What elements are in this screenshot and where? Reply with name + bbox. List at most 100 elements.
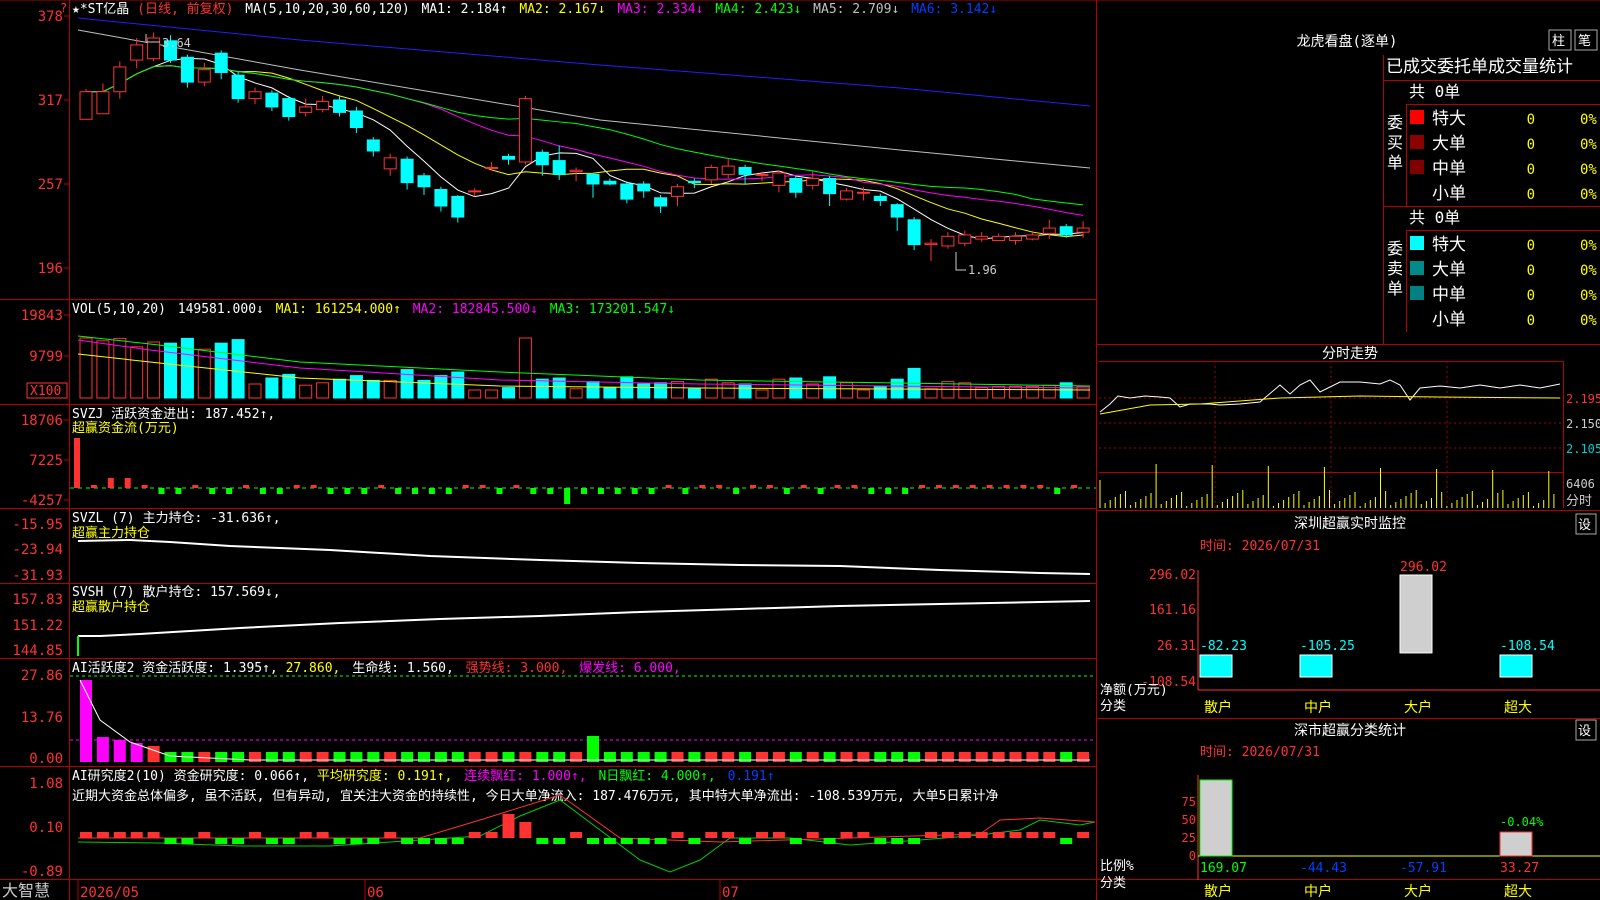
ytick-main-2: 257	[38, 177, 63, 193]
vol-unit-label: X100	[30, 384, 61, 399]
side-char: 卖	[1387, 259, 1403, 278]
candle	[417, 172, 431, 196]
sz-class-cat: 中户	[1304, 883, 1332, 900]
ytick-aiyj-1: 0.10	[29, 820, 63, 836]
svzj-bar	[986, 485, 993, 488]
aiyj-bar	[688, 838, 701, 844]
sz-monitor-bar	[1499, 654, 1533, 678]
candle	[755, 171, 769, 182]
xlabel-1: 06	[367, 885, 384, 900]
row-name: 特大	[1432, 109, 1466, 129]
vol-bar	[366, 379, 380, 399]
right-title: 龙虎看盘(逐单)	[1297, 33, 1398, 50]
sell-rows: 特大 0 0% 大单 0 0% 中单 0 0% 小单 0 0%	[1410, 235, 1597, 330]
side-char: 单	[1387, 279, 1403, 298]
sz-class-ytick: 0	[1189, 849, 1196, 863]
svzj-bar	[124, 478, 131, 488]
aiyj-bar	[181, 838, 194, 844]
candle	[349, 106, 363, 134]
candle	[586, 172, 600, 198]
svzj-bar	[581, 488, 587, 494]
candle	[890, 203, 904, 231]
row-pct: 0%	[1580, 112, 1597, 128]
aihy-header-c: 生命线: 1.560,	[352, 660, 454, 676]
row-name: 中单	[1432, 285, 1466, 305]
aiyj-bar	[265, 838, 278, 844]
svzj-bar	[378, 485, 385, 488]
svg-text:AI研究度2(10) 资金研究度: 0.066↑,: AI研究度2(10) 资金研究度: 0.066↑, 平均研究度: 0.191↑,…	[72, 768, 775, 784]
svzj-bar	[462, 485, 469, 488]
aiyj-bar	[874, 838, 887, 844]
aiyj-bar	[215, 838, 228, 844]
ma60-line	[77, 29, 1091, 169]
xlabel-2: 07	[722, 885, 739, 900]
svzj-bars	[70, 438, 1096, 504]
candle	[316, 95, 330, 113]
aiyj-bar	[384, 832, 397, 838]
candle	[180, 54, 194, 88]
btn-bar[interactable]: 柱	[1552, 34, 1565, 49]
btn-tick[interactable]: 笔	[1578, 33, 1591, 49]
aiyj-bar	[367, 838, 380, 844]
svzj-bar	[919, 485, 925, 488]
svzj-bar	[74, 438, 80, 488]
row-value: 0	[1527, 313, 1535, 329]
sz-class-btn[interactable]: 设	[1578, 724, 1591, 739]
candle	[992, 233, 1006, 241]
aiyj-bar	[570, 832, 583, 838]
candle	[1042, 219, 1056, 240]
vol-bar	[873, 385, 887, 399]
aihy-bars	[79, 679, 1090, 762]
row-name: 中单	[1432, 159, 1466, 179]
vol-bar	[383, 379, 397, 399]
svzj-bar	[209, 488, 216, 494]
svzj-bar	[733, 488, 740, 494]
svzj-bar	[445, 488, 452, 494]
vol-bar	[468, 389, 482, 399]
candle	[806, 171, 820, 190]
row-name: 大单	[1432, 260, 1466, 280]
svzj-bar	[564, 488, 571, 504]
svzj-bar	[817, 488, 824, 494]
aiyj-bar	[789, 838, 802, 844]
aiyj-bar	[1043, 832, 1056, 838]
svzj-bar	[513, 485, 520, 488]
svzj-sub: 超赢资金流(万元)	[72, 420, 179, 436]
ma1-value: MA1: 2.184↑	[421, 2, 507, 17]
vol-ma3-line	[77, 335, 1091, 387]
aiyj-bar	[434, 838, 447, 844]
fenshi-ytick-1: 2.150	[1566, 417, 1600, 431]
aiyj-bar	[587, 838, 599, 844]
sz-monitor-btn[interactable]: 设	[1578, 518, 1591, 533]
aiyj-bar	[147, 832, 160, 838]
ytick-svzj-2: -4257	[21, 493, 63, 509]
side-char: 买	[1387, 133, 1403, 152]
aiyj-bar	[1009, 832, 1022, 838]
aiyj-bar	[772, 832, 785, 838]
candle	[265, 90, 279, 112]
ytick-vol-1: 9799	[29, 349, 63, 365]
vol-bar	[164, 342, 177, 399]
aiyj-bar	[401, 838, 414, 844]
aihy-header-d: 强势线: 3.000,	[466, 660, 568, 676]
sz-monitor-value: 296.02	[1400, 560, 1447, 575]
svg-text:★*ST亿晶 (日线, 前复权) MA(5,: ★*ST亿晶 (日线, 前复权) MA(5,10,20,30,60,120) M…	[72, 1, 997, 17]
candle	[569, 167, 583, 182]
sz-class-cat: 大户	[1404, 883, 1432, 900]
vol-bar	[434, 375, 448, 399]
aiyj-bar	[908, 838, 921, 844]
svzl-line	[77, 538, 1091, 575]
vol-bars	[77, 335, 1091, 399]
svzj-bar	[479, 485, 486, 488]
sz-class-cat: 超大	[1504, 884, 1532, 900]
ytick-aihy-0: 27.86	[21, 668, 63, 684]
vol-ma1: MA1: 161254.000↑	[276, 302, 401, 317]
svzj-bar	[90, 485, 97, 488]
svzj-bar	[496, 488, 503, 494]
sz-class-time: 时间: 2026/07/31	[1200, 745, 1320, 760]
stock-period: (日线, 前复权)	[137, 1, 233, 17]
svzj-bar	[665, 485, 672, 488]
ma6-value: MA6: 3.142↓	[911, 2, 997, 17]
svg-text:VOL(5,10,20) 149581.000↓: VOL(5,10,20) 149581.000↓ MA1: 161254.000…	[72, 302, 675, 317]
aiyj-bar	[1077, 832, 1090, 838]
